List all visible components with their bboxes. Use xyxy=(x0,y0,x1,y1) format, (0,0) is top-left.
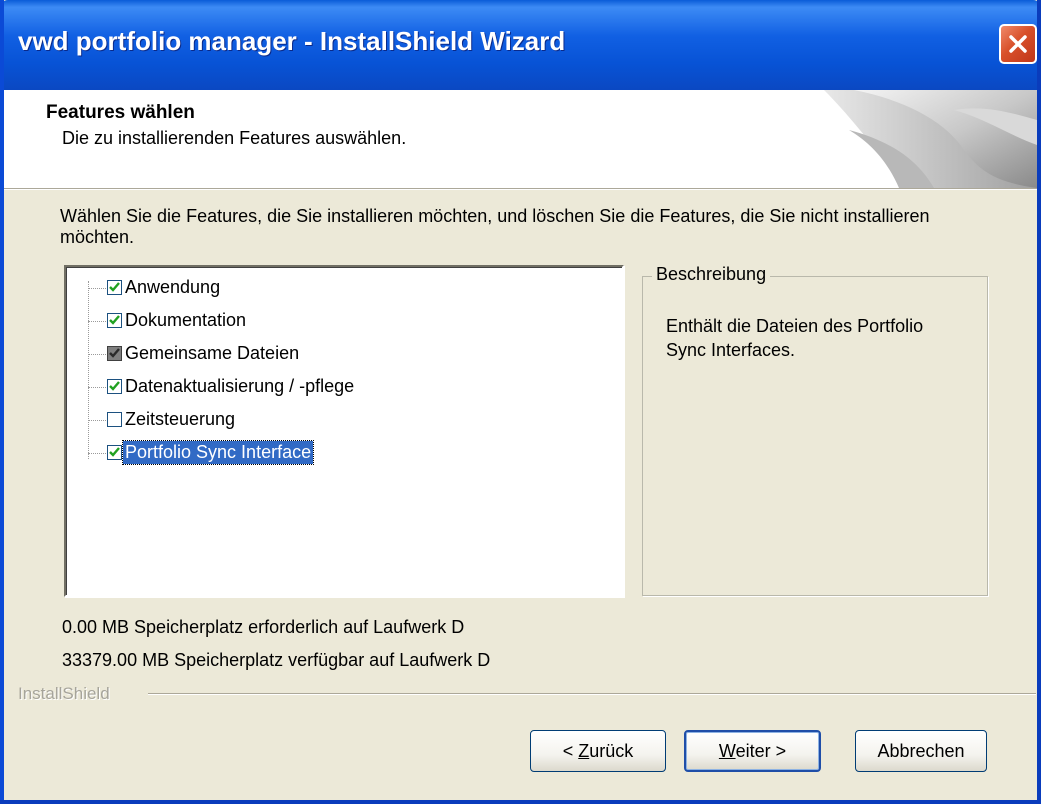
close-button[interactable] xyxy=(999,24,1037,64)
checkmark-icon xyxy=(109,447,120,457)
tree-branch-line xyxy=(88,420,106,421)
next-mnemonic: W xyxy=(718,741,736,761)
checkmark-icon xyxy=(109,315,120,325)
feature-checkbox[interactable] xyxy=(107,313,122,328)
space-available-text: 33379.00 MB Speicherplatz verfügbar auf … xyxy=(62,650,491,670)
checkmark-icon xyxy=(109,348,120,358)
checkmark-icon xyxy=(109,282,120,292)
window-frame-left xyxy=(0,0,4,804)
tree-item-dokumentation[interactable]: Dokumentation xyxy=(88,308,608,336)
window-frame-right xyxy=(1037,0,1041,804)
window-frame-bottom xyxy=(0,800,1041,804)
tree-branch-line xyxy=(88,453,106,454)
installshield-branding: InstallShield xyxy=(18,684,110,703)
description-legend: Beschreibung xyxy=(652,264,771,285)
window-title: vwd portfolio manager - InstallShield Wi… xyxy=(18,26,566,56)
installer-window: vwd portfolio manager - InstallShield Wi… xyxy=(0,0,1041,804)
tree-branch-line xyxy=(88,288,106,289)
cancel-button[interactable]: Abbrechen xyxy=(855,730,987,772)
tree-branch-line xyxy=(88,321,106,322)
feature-tree[interactable]: Anwendung Dokumentation Gemeinsame Datei… xyxy=(64,265,624,597)
space-required-text: 0.00 MB Speicherplatz erforderlich auf L… xyxy=(62,617,465,637)
title-bar[interactable]: vwd portfolio manager - InstallShield Wi… xyxy=(0,0,1041,90)
checkmark-icon xyxy=(109,381,120,391)
instruction-text: Wählen Sie die Features, die Sie install… xyxy=(60,206,930,247)
feature-checkbox[interactable] xyxy=(107,379,122,394)
tree-item-gemeinsame-dateien[interactable]: Gemeinsame Dateien xyxy=(88,341,608,369)
header-curl-graphic xyxy=(824,90,1037,188)
page-title: Features wählen xyxy=(46,102,195,123)
header-divider-highlight xyxy=(4,189,1037,190)
feature-checkbox[interactable] xyxy=(107,445,122,460)
back-button[interactable]: < Zurück xyxy=(530,730,666,772)
next-label: eiter > xyxy=(735,741,787,761)
header-panel: Features wählen Die zu installierenden F… xyxy=(4,90,1037,188)
tree-item-anwendung[interactable]: Anwendung xyxy=(88,275,608,303)
branding-divider-highlight xyxy=(148,694,1036,695)
feature-label: Zeitsteuerung xyxy=(125,409,236,429)
next-button[interactable]: Weiter > xyxy=(684,730,821,772)
tree-branch-line xyxy=(88,354,106,355)
feature-label: Anwendung xyxy=(125,277,221,297)
feature-checkbox[interactable] xyxy=(107,280,122,295)
tree-item-datenaktualisierung[interactable]: Datenaktualisierung / -pflege xyxy=(88,374,608,402)
back-label: urück xyxy=(589,741,634,761)
feature-label: Datenaktualisierung / -pflege xyxy=(125,376,355,396)
feature-label-selected: Portfolio Sync Interface xyxy=(121,440,315,465)
close-icon xyxy=(1009,35,1027,53)
feature-checkbox-unchecked[interactable] xyxy=(107,412,122,427)
feature-checkbox-partial[interactable] xyxy=(107,346,122,361)
tree-item-portfolio-sync-interface[interactable]: Portfolio Sync Interface xyxy=(88,440,608,468)
back-prefix: < xyxy=(562,741,579,761)
description-text: Enthält die Dateien des Portfolio Sync I… xyxy=(666,316,924,360)
back-mnemonic: Z xyxy=(578,741,590,761)
feature-label: Dokumentation xyxy=(125,310,247,330)
feature-label: Gemeinsame Dateien xyxy=(125,343,300,363)
tree-branch-line xyxy=(88,387,106,388)
page-subtitle: Die zu installierenden Features auswähle… xyxy=(62,128,407,148)
tree-item-zeitsteuerung[interactable]: Zeitsteuerung xyxy=(88,407,608,435)
